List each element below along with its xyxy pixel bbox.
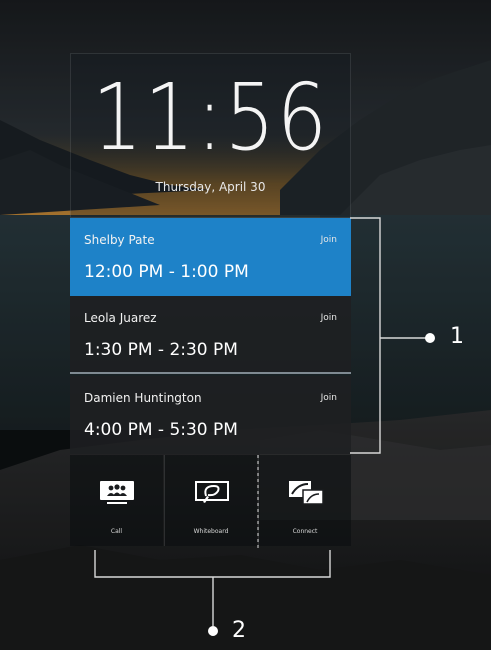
whiteboard-button[interactable]: Whiteboard [164, 455, 257, 546]
meeting-divider [70, 372, 351, 374]
join-button[interactable]: Join [321, 313, 337, 323]
join-button[interactable]: Join [321, 235, 337, 245]
meeting-item[interactable]: Shelby Pate Join 12:00 PM - 1:00 PM [70, 218, 351, 296]
clock-time: 11:56 [92, 64, 329, 171]
connect-button[interactable]: Connect [258, 455, 351, 546]
whiteboard-label: Whiteboard [193, 528, 229, 535]
clock-box: 11:56 Thursday, April 30 [70, 53, 351, 218]
action-bar: Call Whiteboard Connect [70, 455, 351, 546]
people-call-icon [100, 481, 134, 504]
join-button[interactable]: Join [321, 393, 337, 403]
callout-number: 2 [232, 618, 246, 643]
screen-connect-icon [289, 481, 324, 505]
callout-number: 1 [450, 324, 464, 349]
meeting-time-range: 4:00 PM - 5:30 PM [84, 420, 238, 440]
connect-label: Connect [292, 528, 318, 535]
whiteboard-pen-icon [195, 481, 229, 503]
call-button[interactable]: Call [70, 455, 163, 546]
meeting-time-range: 1:30 PM - 2:30 PM [84, 340, 238, 360]
meeting-organizer: Shelby Pate [84, 233, 155, 247]
meeting-item[interactable]: Leola Juarez Join 1:30 PM - 2:30 PM [70, 296, 351, 374]
clock-date: Thursday, April 30 [155, 180, 266, 194]
call-label: Call [110, 528, 123, 535]
lock-screen-panel: 11:56 Thursday, April 30 Shelby Pate Joi… [70, 53, 351, 546]
meeting-organizer: Damien Huntington [84, 391, 202, 405]
meeting-item[interactable]: Damien Huntington Join 4:00 PM - 5:30 PM [70, 376, 351, 454]
meeting-organizer: Leola Juarez [84, 311, 157, 325]
meeting-time-range: 12:00 PM - 1:00 PM [84, 262, 249, 282]
